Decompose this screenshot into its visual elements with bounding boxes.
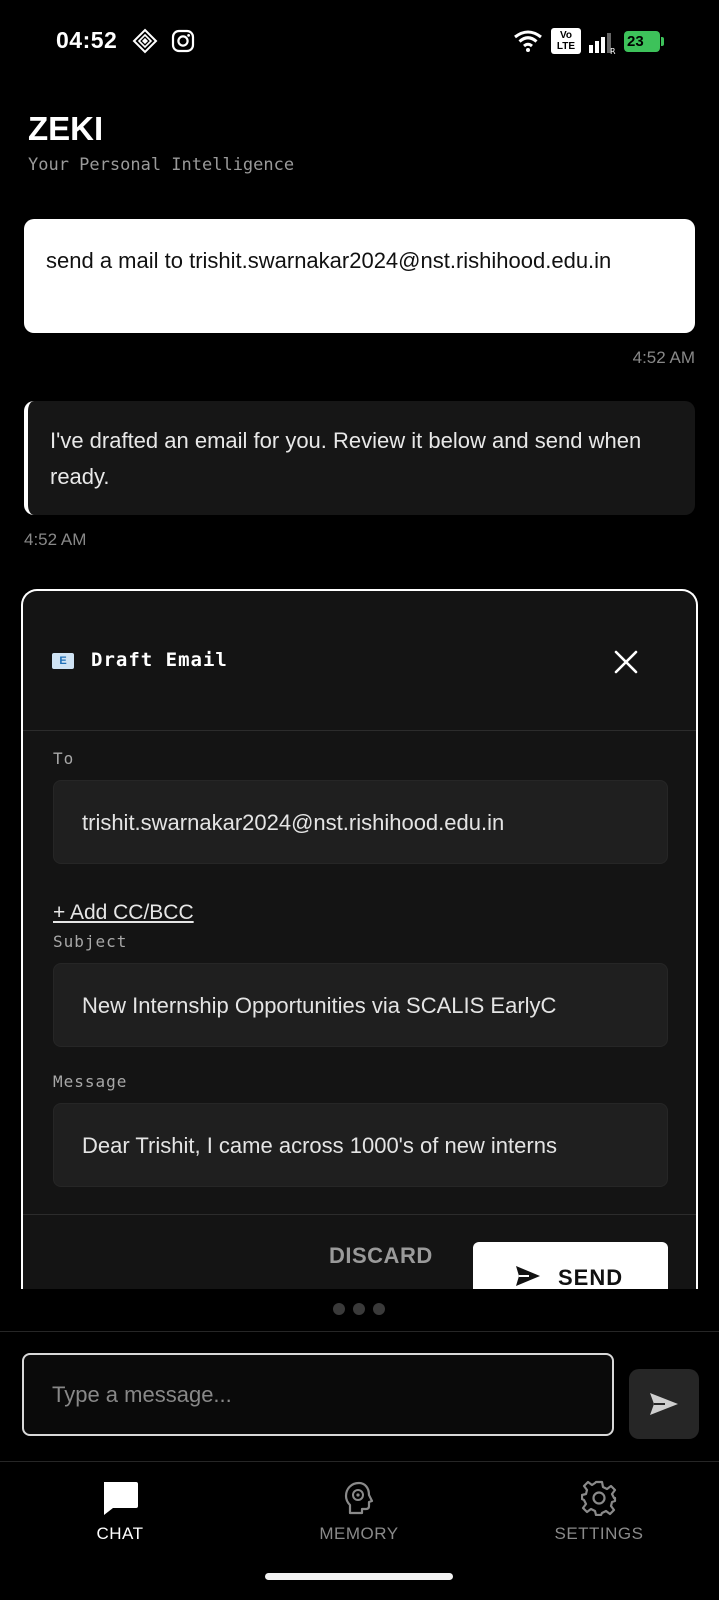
app-title: ZEKI bbox=[28, 110, 104, 147]
battery-icon: 23 bbox=[624, 31, 664, 52]
subject-field[interactable]: New Internship Opportunities via SCALIS … bbox=[53, 963, 668, 1047]
assistant-message-time: 4:52 AM bbox=[24, 530, 87, 549]
signal-icon: R bbox=[589, 33, 616, 54]
volte-badge: Vo LTE bbox=[551, 28, 581, 54]
gear-icon bbox=[581, 1480, 617, 1516]
brain-icon bbox=[344, 1481, 374, 1515]
add-cc-bcc-link[interactable]: + Add CC/BCC bbox=[53, 901, 194, 925]
assistant-message-bubble: I've drafted an email for you. Review it… bbox=[24, 401, 695, 515]
status-time: 04:52 bbox=[56, 27, 118, 53]
signal-roaming-label: R bbox=[610, 47, 616, 54]
nav-label-memory: MEMORY bbox=[319, 1524, 399, 1543]
send-icon bbox=[516, 1266, 540, 1286]
discard-button[interactable]: DISCARD bbox=[329, 1243, 433, 1269]
chat-icon bbox=[104, 1482, 138, 1515]
to-field[interactable]: trishit.swarnakar2024@nst.rishihood.edu.… bbox=[53, 780, 668, 864]
typing-dot bbox=[353, 1303, 365, 1315]
volte-top: Vo bbox=[559, 30, 573, 41]
draft-email-title: Draft Email bbox=[91, 649, 228, 671]
nav-tab-settings[interactable]: SETTINGS bbox=[499, 1480, 699, 1560]
send-email-label: SEND bbox=[558, 1265, 624, 1289]
subject-label: Subject bbox=[53, 932, 128, 951]
send-message-button[interactable] bbox=[629, 1369, 699, 1439]
volte-bottom: LTE bbox=[556, 41, 576, 52]
composer-divider bbox=[0, 1331, 719, 1332]
nav-label-chat: CHAT bbox=[96, 1524, 144, 1543]
draft-email-card: E Draft Email To trishit.swarnakar2024@n… bbox=[21, 589, 698, 1289]
draft-email-header: E Draft Email bbox=[23, 591, 696, 731]
nav-label-settings: SETTINGS bbox=[554, 1524, 644, 1543]
wifi-icon bbox=[514, 30, 542, 52]
battery-level: 23 bbox=[627, 33, 644, 50]
nav-divider bbox=[0, 1461, 719, 1462]
email-icon: E bbox=[52, 653, 74, 669]
status-bar: 04:52 Vo LTE R 23 bbox=[0, 0, 719, 84]
nav-tab-memory[interactable]: MEMORY bbox=[259, 1480, 459, 1560]
home-indicator[interactable] bbox=[265, 1573, 453, 1580]
typing-dot bbox=[333, 1303, 345, 1315]
message-label: Message bbox=[53, 1072, 128, 1091]
chat-screen: 04:52 Vo LTE R 23 ZEKI Your Personal Int… bbox=[0, 0, 719, 1600]
to-label: To bbox=[53, 749, 75, 768]
typing-dot bbox=[373, 1303, 385, 1315]
typing-indicator bbox=[333, 1300, 393, 1316]
app-subtitle: Your Personal Intelligence bbox=[28, 155, 295, 175]
message-input[interactable]: Type a message... bbox=[22, 1353, 614, 1436]
draft-email-footer: DISCARD SEND bbox=[23, 1214, 696, 1289]
app-notification-icon bbox=[132, 28, 158, 54]
instagram-icon bbox=[171, 29, 195, 53]
message-field[interactable]: Dear Trishit, I came across 1000's of ne… bbox=[53, 1103, 668, 1187]
close-icon[interactable] bbox=[613, 649, 639, 675]
user-message-bubble: send a mail to trishit.swarnakar2024@nst… bbox=[24, 219, 695, 333]
nav-tab-chat[interactable]: CHAT bbox=[20, 1480, 220, 1560]
send-email-button[interactable]: SEND bbox=[473, 1242, 668, 1289]
user-message-time: 4:52 AM bbox=[632, 348, 695, 367]
send-icon bbox=[650, 1393, 678, 1415]
